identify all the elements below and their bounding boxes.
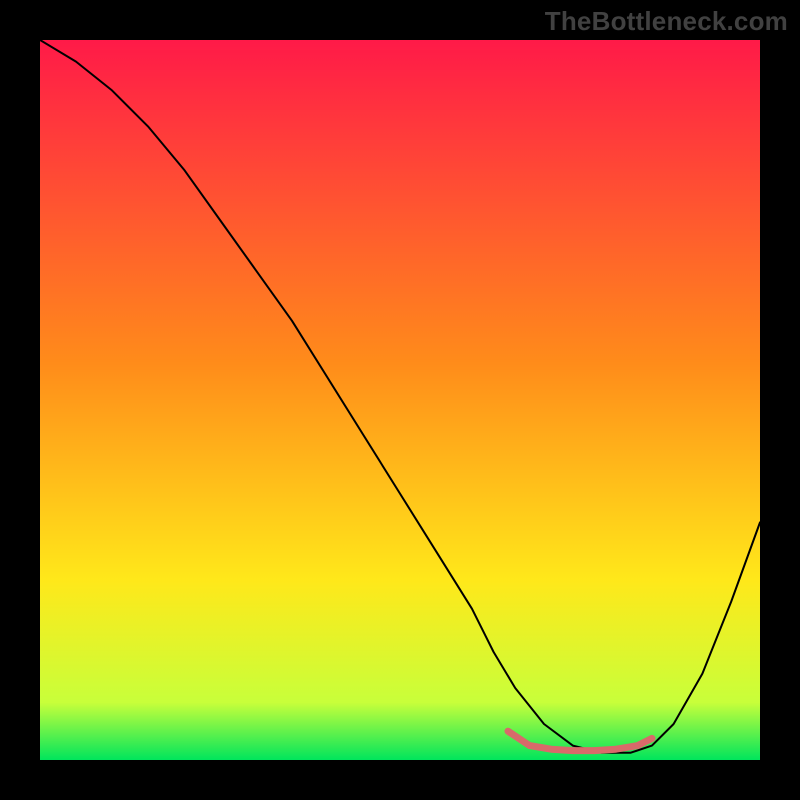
chart-frame: TheBottleneck.com [0,0,800,800]
chart-svg [40,40,760,760]
plot-area [40,40,760,760]
watermark-text: TheBottleneck.com [545,6,788,37]
gradient-background [40,40,760,760]
